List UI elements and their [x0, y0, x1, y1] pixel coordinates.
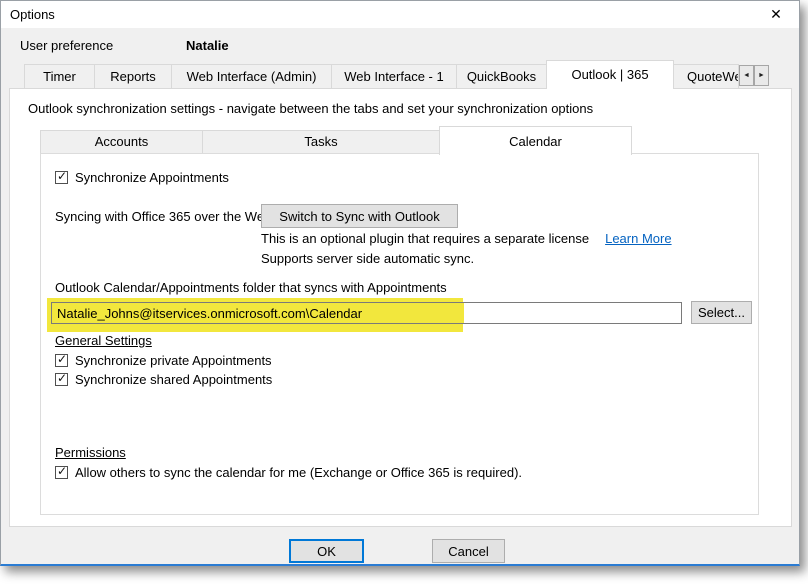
- sync-appointments-label: Synchronize Appointments: [75, 170, 229, 185]
- sync-private-label: Synchronize private Appointments: [75, 353, 272, 368]
- tab-scroller: ◄ ►: [739, 65, 769, 86]
- screenshot-stage: Options ✕ User preference Natalie Timer …: [0, 0, 808, 587]
- close-icon[interactable]: ✕: [755, 1, 797, 28]
- sync-shared-label: Synchronize shared Appointments: [75, 372, 272, 387]
- tab-scroll-right-icon[interactable]: ►: [754, 65, 769, 86]
- learn-more-link[interactable]: Learn More: [605, 231, 671, 246]
- server-note: Supports server side automatic sync.: [261, 251, 474, 266]
- user-preference-label: User preference: [20, 38, 113, 53]
- tab-timer[interactable]: Timer: [24, 64, 95, 89]
- sync-mode-label: Syncing with Office 365 over the Web: [55, 209, 271, 224]
- check-icon: ✓: [57, 372, 67, 385]
- cancel-button[interactable]: Cancel: [432, 539, 505, 563]
- sync-private-checkbox[interactable]: ✓: [55, 354, 68, 367]
- sync-shared-checkbox[interactable]: ✓: [55, 373, 68, 386]
- license-note-row: This is an optional plugin that requires…: [261, 231, 672, 246]
- check-icon: ✓: [57, 170, 67, 183]
- tab-scroll-left-icon[interactable]: ◄: [739, 65, 754, 86]
- tab-web-interface-1[interactable]: Web Interface - 1: [331, 64, 457, 89]
- general-settings-heading: General Settings: [55, 333, 152, 348]
- options-dialog: Options ✕ User preference Natalie Timer …: [0, 0, 800, 566]
- sync-settings-description: Outlook synchronization settings - navig…: [28, 101, 593, 116]
- permissions-heading: Permissions: [55, 445, 126, 460]
- user-preference-value: Natalie: [186, 38, 229, 53]
- folder-label: Outlook Calendar/Appointments folder tha…: [55, 280, 447, 295]
- tab-reports[interactable]: Reports: [94, 64, 172, 89]
- allow-others-label: Allow others to sync the calendar for me…: [75, 465, 522, 480]
- sync-shared-row: ✓ Synchronize shared Appointments: [55, 372, 272, 387]
- check-icon: ✓: [57, 465, 67, 478]
- title-bar: Options ✕: [1, 1, 799, 28]
- ok-button[interactable]: OK: [289, 539, 364, 563]
- tab-quickbooks[interactable]: QuickBooks: [456, 64, 547, 89]
- allow-others-row: ✓ Allow others to sync the calendar for …: [55, 465, 522, 480]
- sync-private-row: ✓ Synchronize private Appointments: [55, 353, 272, 368]
- tab-outlook-365[interactable]: Outlook | 365: [546, 60, 674, 89]
- outlook-365-page: Outlook synchronization settings - navig…: [9, 88, 792, 527]
- tab-web-interface-admin[interactable]: Web Interface (Admin): [171, 64, 332, 89]
- folder-input[interactable]: [51, 302, 682, 324]
- switch-to-outlook-button[interactable]: Switch to Sync with Outlook: [261, 204, 458, 228]
- check-icon: ✓: [57, 353, 67, 366]
- tab-calendar[interactable]: Calendar: [439, 126, 632, 155]
- sync-appointments-row: ✓ Synchronize Appointments: [55, 170, 229, 185]
- window-title: Options: [10, 7, 55, 22]
- license-note: This is an optional plugin that requires…: [261, 231, 589, 246]
- select-folder-button[interactable]: Select...: [691, 301, 752, 324]
- calendar-page: ✓ Synchronize Appointments Syncing with …: [40, 153, 759, 515]
- sync-appointments-checkbox[interactable]: ✓: [55, 171, 68, 184]
- tab-quotewerks[interactable]: QuoteWe: [673, 64, 739, 89]
- allow-others-checkbox[interactable]: ✓: [55, 466, 68, 479]
- tab-accounts[interactable]: Accounts: [40, 130, 203, 154]
- tab-tasks[interactable]: Tasks: [202, 130, 440, 154]
